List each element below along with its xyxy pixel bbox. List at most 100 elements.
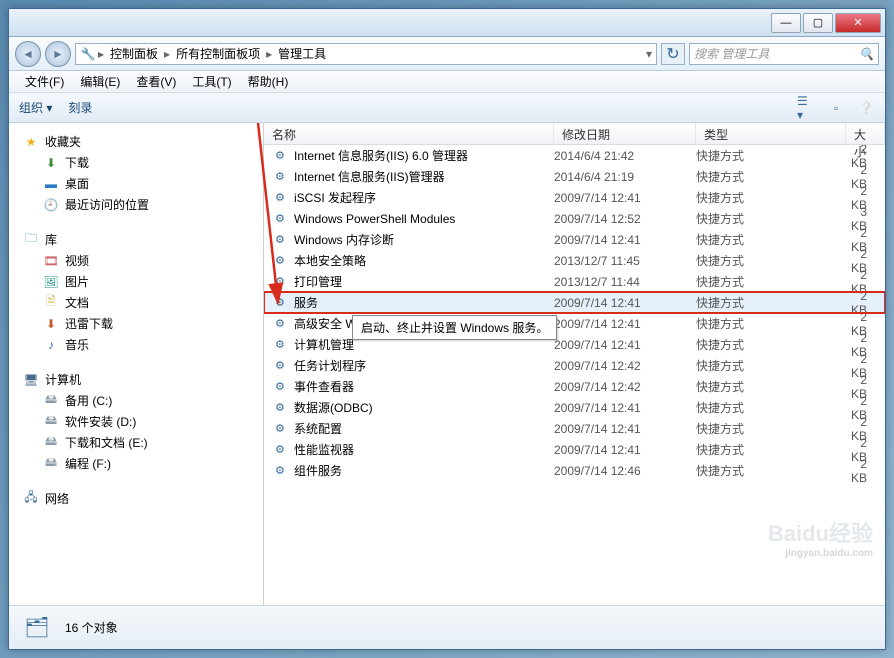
sidebar-item-recent[interactable]: 🕘最近访问的位置 — [9, 194, 263, 215]
menu-view[interactable]: 查看(V) — [128, 73, 184, 90]
file-date: 2009/7/14 12:42 — [554, 380, 696, 394]
sidebar-item-drive-c[interactable]: 🖴备用 (C:) — [9, 390, 263, 411]
sidebar-item-pictures[interactable]: 🖼图片 — [9, 271, 263, 292]
refresh-button[interactable]: ↻ — [661, 43, 685, 65]
shortcut-icon: ⚙ — [272, 295, 288, 311]
crumb-all-items[interactable]: 所有控制面板项 — [172, 45, 264, 62]
file-date: 2009/7/14 12:41 — [554, 422, 696, 436]
file-name: 系统配置 — [294, 420, 554, 437]
table-row[interactable]: ⚙系统配置2009/7/14 12:41快捷方式2 KB — [264, 418, 885, 439]
shortcut-icon: ⚙ — [272, 169, 288, 185]
maximize-button[interactable]: ▢ — [803, 13, 833, 33]
file-type: 快捷方式 — [696, 252, 846, 269]
menu-help[interactable]: 帮助(H) — [240, 73, 297, 90]
shortcut-icon: ⚙ — [272, 379, 288, 395]
toolbar-organize[interactable]: 组织 ▾ — [19, 99, 52, 116]
file-name: Internet 信息服务(IIS) 6.0 管理器 — [294, 147, 554, 164]
file-date: 2009/7/14 12:41 — [554, 338, 696, 352]
menu-tools[interactable]: 工具(T) — [184, 73, 239, 90]
sidebar-item-drive-e[interactable]: 🖴下载和文档 (E:) — [9, 432, 263, 453]
body: ★收藏夹 ⬇下载 ▬桌面 🕘最近访问的位置 🗀库 🎞视频 🖼图片 🗎文档 ⬇迅雷… — [9, 123, 885, 605]
table-row[interactable]: ⚙本地安全策略2013/12/7 11:45快捷方式2 KB — [264, 250, 885, 271]
network-icon: 🖧 — [23, 491, 39, 507]
breadcrumb[interactable]: 🔧 ▸ 控制面板 ▸ 所有控制面板项 ▸ 管理工具 ▾ — [75, 43, 657, 65]
download-icon: ⬇ — [43, 155, 59, 171]
xunlei-icon: ⬇ — [43, 316, 59, 332]
sidebar-network[interactable]: 🖧网络 — [9, 488, 263, 509]
col-name[interactable]: 名称 — [264, 123, 554, 144]
table-row[interactable]: ⚙数据源(ODBC)2009/7/14 12:41快捷方式2 KB — [264, 397, 885, 418]
drive-icon: 🖴 — [43, 456, 59, 472]
file-type: 快捷方式 — [696, 336, 846, 353]
col-date[interactable]: 修改日期 — [554, 123, 696, 144]
file-date: 2009/7/14 12:52 — [554, 212, 696, 226]
table-row[interactable]: ⚙iSCSI 发起程序2009/7/14 12:41快捷方式2 KB — [264, 187, 885, 208]
col-type[interactable]: 类型 — [696, 123, 846, 144]
picture-icon: 🖼 — [43, 274, 59, 290]
close-button[interactable]: ✕ — [835, 13, 881, 33]
preview-pane-icon[interactable]: ▫ — [827, 99, 845, 117]
table-row[interactable]: ⚙性能监视器2009/7/14 12:41快捷方式2 KB — [264, 439, 885, 460]
document-icon: 🗎 — [43, 295, 59, 311]
table-row[interactable]: ⚙Internet 信息服务(IIS) 6.0 管理器2014/6/4 21:4… — [264, 145, 885, 166]
sidebar-item-xunlei[interactable]: ⬇迅雷下载 — [9, 313, 263, 334]
menu-edit[interactable]: 编辑(E) — [72, 73, 128, 90]
sidebar-item-documents[interactable]: 🗎文档 — [9, 292, 263, 313]
table-row[interactable]: ⚙Internet 信息服务(IIS)管理器2014/6/4 21:19快捷方式… — [264, 166, 885, 187]
forward-button[interactable]: ► — [45, 41, 71, 67]
sidebar-favorites[interactable]: ★收藏夹 — [9, 131, 263, 152]
file-name: Internet 信息服务(IIS)管理器 — [294, 168, 554, 185]
search-placeholder: 搜索 管理工具 — [694, 45, 769, 62]
toolbar-burn[interactable]: 刻录 — [68, 99, 92, 116]
rows-container: ⚙ Internet 信息服务(IIS) 6.0 管理器2014/6/4 21:4… — [264, 145, 885, 605]
menu-file[interactable]: 文件(F) — [17, 73, 72, 90]
drive-icon: 🖴 — [43, 393, 59, 409]
shortcut-icon: ⚙ — [272, 337, 288, 353]
column-headers: 名称 修改日期 类型 大小 — [264, 123, 885, 145]
table-row[interactable]: ⚙任务计划程序2009/7/14 12:42快捷方式2 KB — [264, 355, 885, 376]
back-button[interactable]: ◄ — [15, 41, 41, 67]
file-name: 服务 — [294, 294, 554, 311]
file-date: 2014/6/4 21:42 — [554, 149, 696, 163]
table-row[interactable]: ⚙打印管理2013/12/7 11:44快捷方式2 KB — [264, 271, 885, 292]
desktop-icon: ▬ — [43, 176, 59, 192]
sidebar-item-music[interactable]: ♪音乐 — [9, 334, 263, 355]
table-row[interactable]: ⚙事件查看器2009/7/14 12:42快捷方式2 KB — [264, 376, 885, 397]
status-bar: 🗂 16 个对象 — [9, 605, 885, 649]
help-icon[interactable]: ❔ — [857, 99, 875, 117]
sidebar-libraries[interactable]: 🗀库 — [9, 229, 263, 250]
file-date: 2009/7/14 12:41 — [554, 191, 696, 205]
sidebar-item-desktop[interactable]: ▬桌面 — [9, 173, 263, 194]
shortcut-icon: ⚙ — [272, 400, 288, 416]
file-name: iSCSI 发起程序 — [294, 189, 554, 206]
file-type: 快捷方式 — [696, 189, 846, 206]
view-mode-icon[interactable]: ☰ ▾ — [797, 99, 815, 117]
library-icon: 🗀 — [23, 232, 39, 248]
shortcut-icon: ⚙ — [272, 274, 288, 290]
file-name: 数据源(ODBC) — [294, 399, 554, 416]
search-input[interactable]: 搜索 管理工具 🔍 — [689, 43, 879, 65]
shortcut-icon: ⚙ — [272, 211, 288, 227]
file-name: 性能监视器 — [294, 441, 554, 458]
sidebar-item-drive-d[interactable]: 🖴软件安装 (D:) — [9, 411, 263, 432]
table-row[interactable]: ⚙Windows PowerShell Modules2009/7/14 12:… — [264, 208, 885, 229]
file-name: 任务计划程序 — [294, 357, 554, 374]
star-icon: ★ — [23, 134, 39, 150]
sidebar-item-downloads[interactable]: ⬇下载 — [9, 152, 263, 173]
table-row[interactable]: ⚙组件服务2009/7/14 12:46快捷方式2 KB — [264, 460, 885, 481]
col-size[interactable]: 大小 — [846, 123, 885, 144]
table-row[interactable]: ⚙Windows 内存诊断2009/7/14 12:41快捷方式2 KB — [264, 229, 885, 250]
file-type: 快捷方式 — [696, 273, 846, 290]
crumb-admin-tools[interactable]: 管理工具 — [274, 45, 330, 62]
sidebar-item-videos[interactable]: 🎞视频 — [9, 250, 263, 271]
file-date: 2009/7/14 12:41 — [554, 401, 696, 415]
table-row[interactable]: ⚙服务2009/7/14 12:41快捷方式2 KB — [264, 292, 885, 313]
shortcut-icon: ⚙ — [272, 358, 288, 374]
file-type: 快捷方式 — [696, 399, 846, 416]
status-count: 16 个对象 — [65, 619, 118, 636]
minimize-button[interactable]: — — [771, 13, 801, 33]
status-icon: 🗂 — [21, 612, 53, 644]
sidebar-computer[interactable]: 🖥计算机 — [9, 369, 263, 390]
crumb-control-panel[interactable]: 控制面板 — [106, 45, 162, 62]
sidebar-item-drive-f[interactable]: 🖴编程 (F:) — [9, 453, 263, 474]
